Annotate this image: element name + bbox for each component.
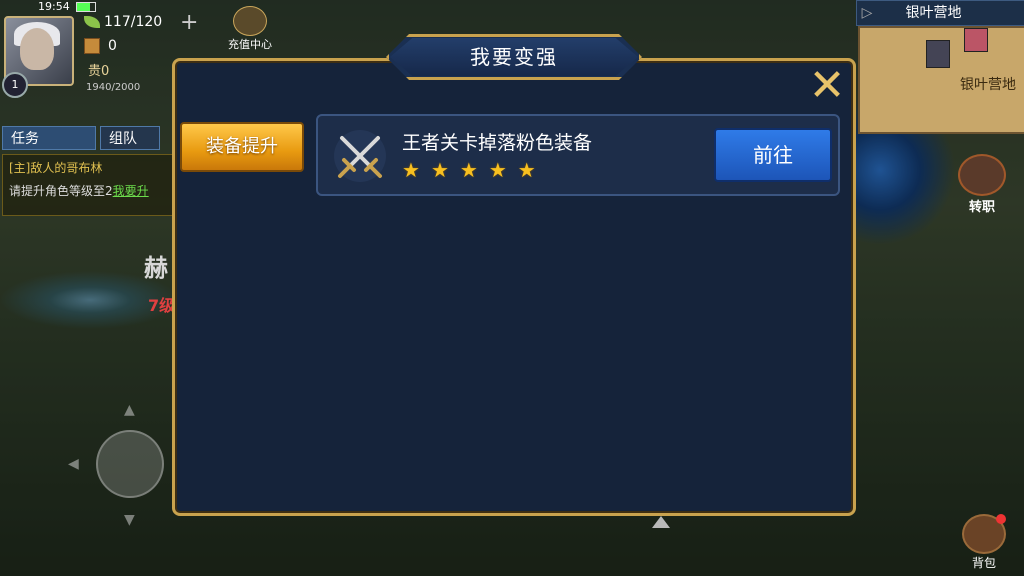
scroll-up-icon[interactable]	[652, 516, 670, 528]
background-npc-name: 赫	[144, 254, 168, 282]
star-icon: ★	[402, 158, 420, 182]
close-icon[interactable]: ✕	[806, 64, 848, 108]
dialog-title: 我要变强	[470, 45, 558, 69]
equipment-upgrade-tab[interactable]: 装备提升	[180, 122, 304, 172]
crossed-swords-icon	[334, 130, 386, 182]
player-level-badge: 1	[2, 72, 28, 98]
recharge-label: 充值中心	[228, 38, 272, 51]
avatar-face	[20, 28, 54, 70]
list-item: 王者关卡掉落粉色装备 ★ ★ ★ ★ ★ 前往	[316, 114, 840, 196]
quest-tracker[interactable]: [主]敌人的哥布林 请提升角色等级至2我要升	[2, 154, 174, 216]
map-title: 银叶营地	[905, 5, 962, 21]
notification-dot	[996, 514, 1006, 524]
gold-icon	[84, 38, 100, 54]
joystick-down-icon: ▼	[124, 512, 135, 528]
exp-value: 1940/2000	[86, 82, 141, 93]
star-icon: ★	[488, 158, 507, 182]
job-change-button[interactable]: 转职	[954, 154, 1010, 215]
quest-tabs: 任务 组队	[2, 126, 160, 150]
bag-button[interactable]: 背包	[956, 514, 1012, 571]
minimap[interactable]: 银叶营地	[858, 26, 1024, 134]
dialog-title-plate: 我要变强	[386, 34, 642, 80]
virtual-joystick[interactable]	[96, 430, 164, 498]
minimap-label: 银叶营地	[960, 77, 1016, 93]
bag-label: 背包	[971, 556, 996, 570]
map-title-bar[interactable]: ▷ 银叶营地	[856, 0, 1024, 26]
stamina-leaf-icon	[84, 16, 100, 28]
item-title: 王者关卡掉落粉色装备	[402, 132, 593, 154]
vip-label: 贵0	[88, 64, 110, 79]
job-change-label: 转职	[968, 200, 995, 215]
status-time: 19:54	[38, 0, 70, 13]
minimap-npc-marker	[964, 28, 988, 52]
tab-quest[interactable]: 任务	[2, 126, 96, 150]
bag-icon	[962, 514, 1006, 554]
job-change-icon	[958, 154, 1006, 196]
quest-title: [主]敌人的哥布林	[9, 161, 103, 175]
expand-map-icon[interactable]: ▷	[857, 1, 877, 25]
star-icon: ★	[430, 158, 449, 182]
gold-value: 0	[108, 38, 117, 54]
joystick-left-icon: ◀	[68, 456, 79, 472]
quest-link[interactable]: 我要升	[113, 184, 149, 198]
gold-display: 0	[84, 38, 117, 54]
star-icon: ★	[517, 158, 536, 182]
stamina-display: 117/120	[84, 14, 162, 30]
go-button[interactable]: 前往	[714, 128, 832, 182]
joystick-up-icon: ▲	[124, 402, 135, 418]
minimap-npc-marker	[926, 40, 950, 68]
tab-team[interactable]: 组队	[100, 126, 160, 150]
star-icon: ★	[459, 158, 478, 182]
recharge-center-button[interactable]: 充值中心	[224, 6, 276, 52]
battery-icon	[76, 2, 96, 12]
quest-text: 请提升角色等级至2我要升	[9, 184, 149, 198]
stamina-value: 117/120	[104, 14, 163, 30]
recharge-icon	[233, 6, 267, 36]
add-stamina-button[interactable]: +	[180, 10, 198, 35]
star-rating: ★ ★ ★ ★ ★	[402, 160, 536, 180]
